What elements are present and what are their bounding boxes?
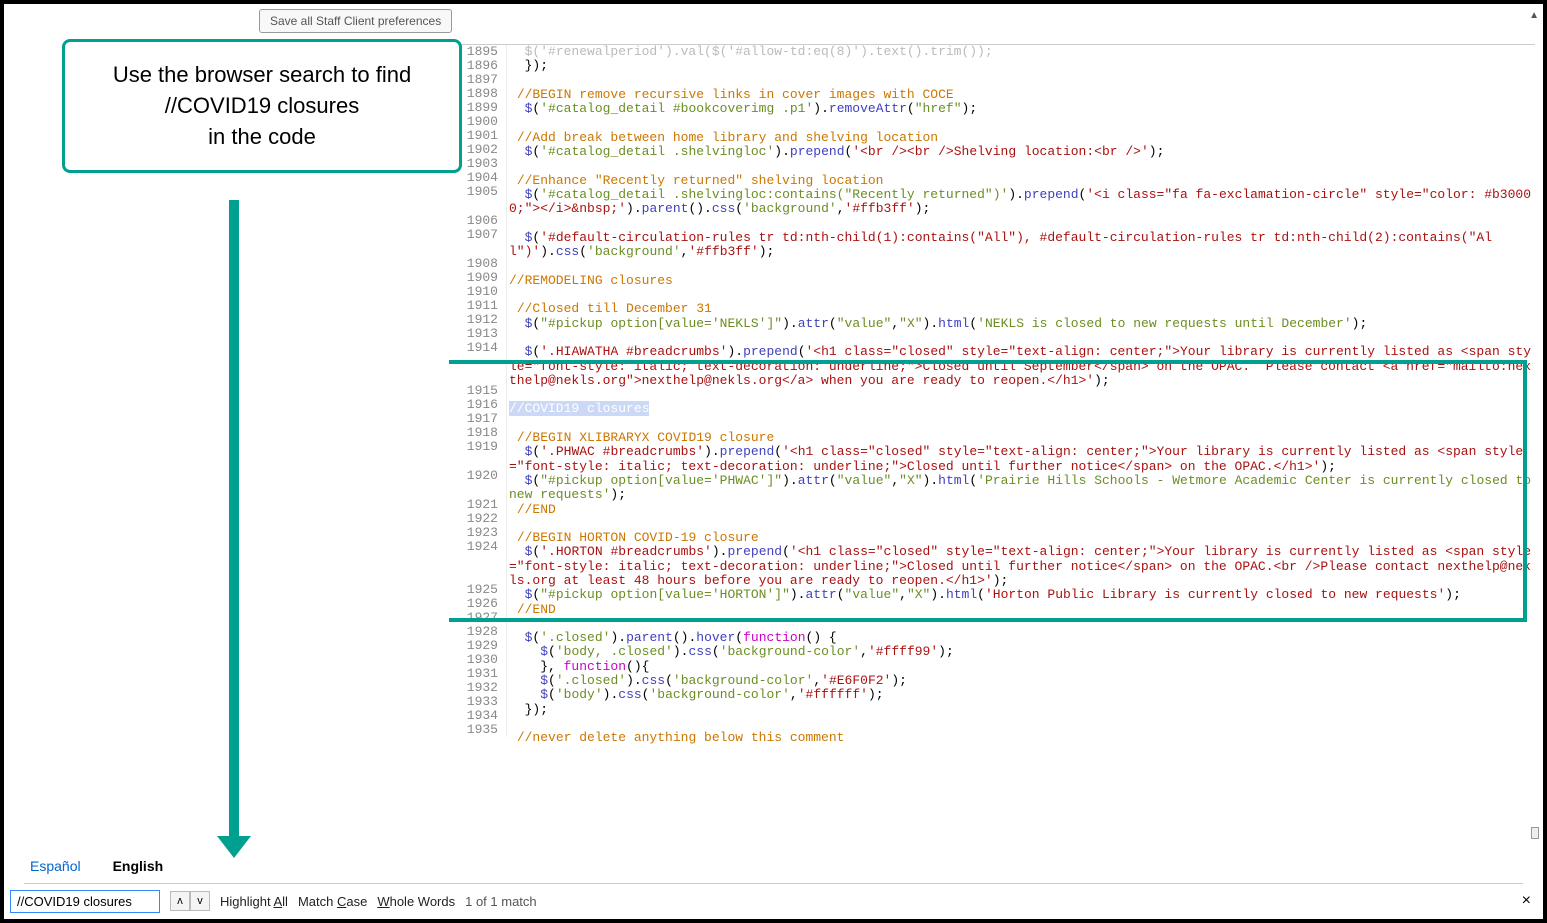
language-tabs: Español English xyxy=(24,855,1523,884)
match-case-option[interactable]: Match Case xyxy=(298,894,367,909)
tab-english[interactable]: English xyxy=(107,855,170,877)
code-area[interactable]: $('#renewalperiod').val($('#allow-td:eq(… xyxy=(509,45,1535,746)
instruction-callout: Use the browser search to find //COVID19… xyxy=(62,39,462,173)
find-next-button[interactable]: v xyxy=(190,891,210,911)
code-editor[interactable]: 1895189618971898189919001901190219031904… xyxy=(449,44,1535,843)
callout-line2: //COVID19 closures xyxy=(75,91,449,122)
callout-line1: Use the browser search to find xyxy=(75,60,449,91)
scroll-up-icon[interactable]: ▲ xyxy=(1529,10,1539,21)
save-preferences-button[interactable]: Save all Staff Client preferences xyxy=(259,9,452,33)
find-input[interactable] xyxy=(10,890,160,913)
find-bar: ʌ v Highlight All Match Case Whole Words… xyxy=(10,887,1537,915)
scroll-corner-icon[interactable] xyxy=(1531,827,1539,839)
whole-words-option[interactable]: Whole Words xyxy=(377,894,455,909)
tab-espanol[interactable]: Español xyxy=(24,855,87,877)
find-close-button[interactable]: × xyxy=(1522,892,1531,910)
arrow-annotation xyxy=(229,200,239,840)
find-result-count: 1 of 1 match xyxy=(465,894,537,909)
find-prev-button[interactable]: ʌ xyxy=(170,891,190,911)
highlight-all-option[interactable]: Highlight All xyxy=(220,894,288,909)
callout-line3: in the code xyxy=(75,122,449,153)
